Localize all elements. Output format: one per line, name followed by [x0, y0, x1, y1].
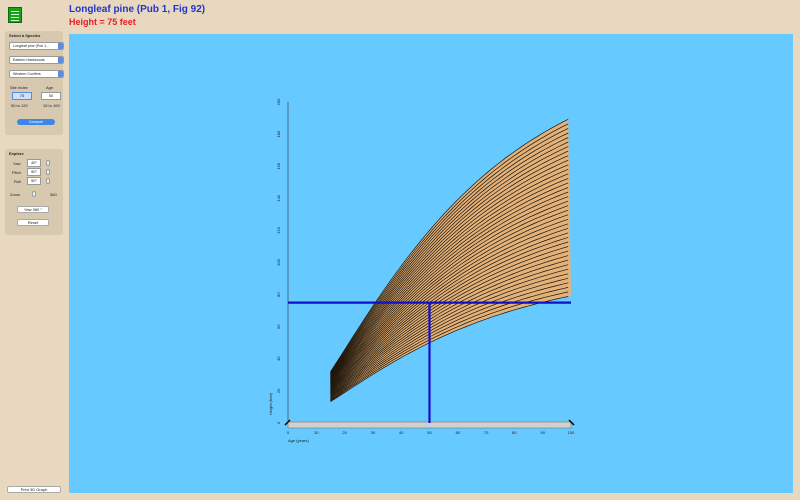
explore-panel: Explore Yaw 45° Pitch 90° Roll 90° Zoom …: [5, 149, 63, 235]
species-panel-label: Select a Species: [9, 33, 41, 38]
yaw-stepper[interactable]: [46, 160, 50, 166]
chevron-down-icon: [58, 57, 63, 63]
y-tick-label: 100: [276, 258, 281, 265]
region-select[interactable]: Western Conifers: [9, 70, 64, 78]
x-tick-label: 40: [399, 430, 404, 435]
y-tick-label: 160: [276, 162, 281, 169]
x-tick-label: 60: [456, 430, 461, 435]
roll-input[interactable]: 90°: [27, 177, 41, 185]
site-index-input[interactable]: 75: [12, 92, 32, 100]
x-tick-label: 20: [342, 430, 347, 435]
roll-stepper[interactable]: [46, 178, 50, 184]
print-3d-graph-button[interactable]: Print 3D Graph: [7, 486, 61, 493]
species-select[interactable]: Longleaf pine (Pub 1...: [9, 42, 64, 50]
x-tick-label: 80: [512, 430, 517, 435]
x-tick-label: 50: [427, 430, 432, 435]
x-tick-label: 90: [540, 430, 545, 435]
species-panel: Select a Species Longleaf pine (Pub 1...…: [5, 31, 64, 135]
explore-panel-label: Explore: [9, 151, 24, 156]
chevron-down-icon: [58, 43, 63, 49]
page-title: Longleaf pine (Pub 1, Fig 92): [69, 4, 206, 15]
yaw-label: Yaw: [13, 161, 21, 166]
selection-markers: [288, 301, 571, 423]
x-tick-label: 10: [314, 430, 319, 435]
x-axis-label: Age (years): [288, 438, 309, 443]
group-select[interactable]: Eastern Hardwoods: [9, 56, 64, 64]
pitch-stepper[interactable]: [46, 169, 50, 175]
compute-button[interactable]: Compute: [17, 119, 55, 125]
y-tick-label: 140: [276, 194, 281, 201]
yaw-360-button[interactable]: Yaw 360 °: [17, 206, 49, 213]
x-tick-label: 30: [371, 430, 376, 435]
zoom-stepper[interactable]: [32, 191, 36, 197]
app-logo-icon: [8, 7, 22, 23]
y-tick-label: 120: [276, 226, 281, 233]
x-tick-label: 0: [287, 430, 290, 435]
site-index-label: Site Index: [10, 85, 28, 90]
height-result: Height = 75 feet: [69, 17, 136, 27]
y-tick-label: 40: [276, 356, 281, 361]
zoom-value: 360: [50, 192, 57, 197]
plot-area[interactable]: 0 20 40 60 80 100 120 140 160 180 200 0 10 20 30 40 50 60…: [69, 34, 793, 493]
pitch-label: Pitch: [12, 170, 21, 175]
age-label: Age: [46, 85, 54, 90]
y-tick-label: 200: [276, 98, 281, 105]
reset-button[interactable]: Reset: [17, 219, 49, 226]
y-tick-label: 60: [276, 324, 281, 329]
x-tick-label: 70: [484, 430, 489, 435]
chevron-down-icon: [58, 71, 63, 77]
height-chart: 0 20 40 60 80 100 120 140 160 180 200 0 10 20 30 40 50 60…: [268, 98, 575, 443]
x-tick-label: 100: [568, 430, 575, 435]
y-axis-label: Height (feet): [268, 392, 273, 415]
y-tick-label: 20: [276, 388, 281, 393]
site-index-curves: [330, 118, 571, 402]
y-tick-label: 80: [276, 292, 281, 297]
age-input[interactable]: 50: [41, 92, 61, 100]
pitch-input[interactable]: 90°: [27, 168, 41, 176]
age-range: 15 to 100: [43, 103, 60, 108]
yaw-input[interactable]: 45°: [27, 159, 41, 167]
y-tick-label: 0: [276, 421, 281, 424]
roll-label: Roll: [14, 179, 21, 184]
zoom-label: Zoom: [10, 192, 21, 197]
site-index-range: 50 to 120: [11, 103, 28, 108]
y-tick-label: 180: [276, 130, 281, 137]
